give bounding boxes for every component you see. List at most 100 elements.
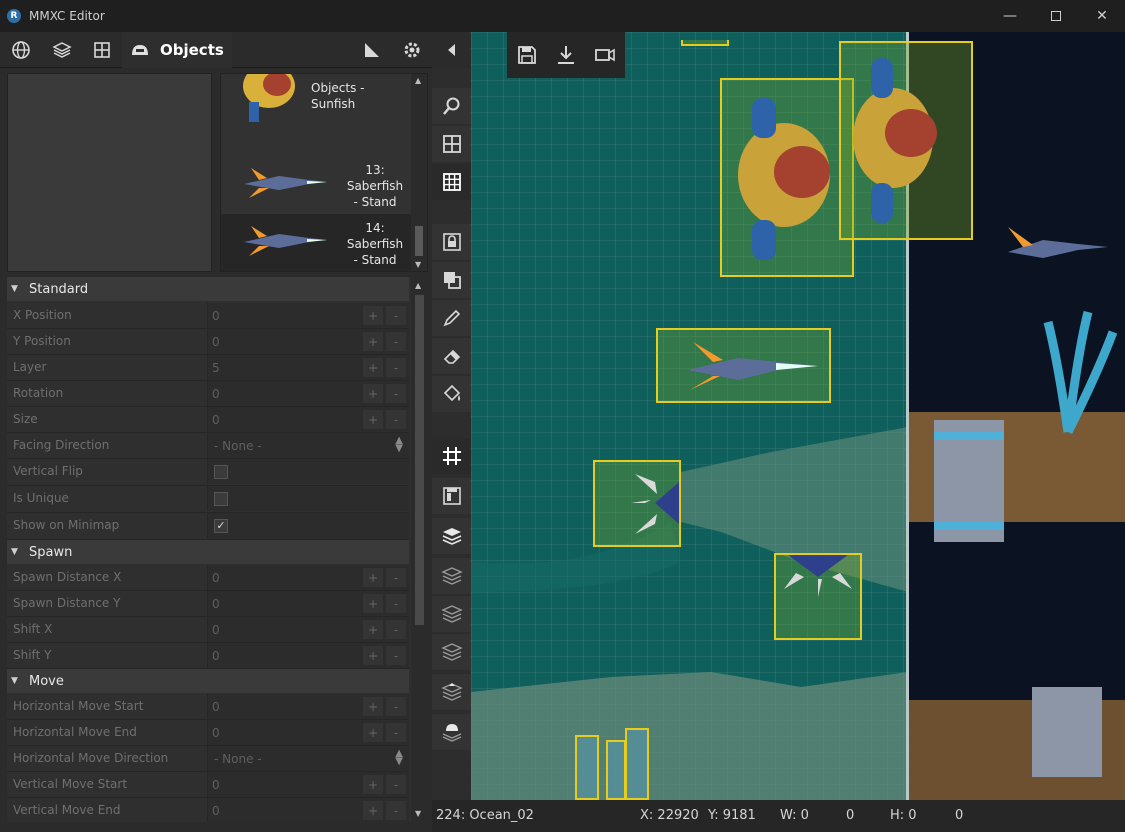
level-canvas[interactable] bbox=[471, 32, 1125, 800]
decrement-button[interactable]: - bbox=[386, 723, 406, 742]
copy-tool-button[interactable] bbox=[432, 262, 471, 298]
zoom-tool-button[interactable] bbox=[432, 88, 471, 124]
object-list-scrollbar[interactable]: ▲ ▼ bbox=[411, 74, 427, 271]
increment-button[interactable]: + bbox=[363, 646, 383, 665]
increment-button[interactable]: + bbox=[363, 332, 383, 351]
object-box-seaweed[interactable] bbox=[606, 740, 626, 800]
scroll-up-icon[interactable]: ▲ bbox=[415, 281, 421, 290]
decrement-button[interactable]: - bbox=[386, 801, 406, 820]
tab-objects[interactable]: Objects bbox=[122, 32, 232, 68]
tab-tiles[interactable] bbox=[82, 32, 122, 68]
vertical-move-end-input[interactable]: 0 bbox=[212, 804, 220, 818]
show-on-minimap-checkbox[interactable]: ✓ bbox=[214, 519, 228, 533]
minimize-button[interactable]: — bbox=[987, 0, 1033, 32]
increment-button[interactable]: + bbox=[363, 594, 383, 613]
is-unique-checkbox[interactable] bbox=[214, 492, 228, 506]
increment-button[interactable]: + bbox=[363, 775, 383, 794]
layer-1-button[interactable] bbox=[432, 518, 471, 554]
tab-world[interactable] bbox=[0, 32, 42, 68]
shift-y-input[interactable]: 0 bbox=[212, 649, 220, 663]
scroll-down-icon[interactable]: ▼ bbox=[415, 260, 421, 269]
size-input[interactable]: 0 bbox=[212, 413, 220, 427]
decrement-button[interactable]: - bbox=[386, 620, 406, 639]
object-box-spike-mine[interactable] bbox=[774, 553, 862, 640]
scroll-down-icon[interactable]: ▼ bbox=[415, 809, 421, 818]
tile-grid-tool-button[interactable] bbox=[432, 164, 471, 200]
vertical-flip-checkbox[interactable] bbox=[214, 465, 228, 479]
decrement-button[interactable]: - bbox=[386, 775, 406, 794]
decrement-button[interactable]: - bbox=[386, 697, 406, 716]
objects-layer-button[interactable] bbox=[432, 714, 471, 750]
list-item[interactable]: 14: Saberfish - Stand bbox=[221, 214, 411, 271]
y-position-input[interactable]: 0 bbox=[212, 335, 220, 349]
increment-button[interactable]: + bbox=[363, 620, 383, 639]
increment-button[interactable]: + bbox=[363, 723, 383, 742]
facing-direction-select[interactable]: - None - ▲ ▼ bbox=[207, 433, 409, 458]
properties-scrollbar[interactable]: ▲ ▼ bbox=[411, 277, 428, 822]
layer-input[interactable]: 5 bbox=[212, 361, 220, 375]
layer-5-button[interactable] bbox=[432, 674, 471, 710]
property-is-unique: Is Unique bbox=[7, 486, 409, 513]
decrement-button[interactable]: - bbox=[386, 306, 406, 325]
selection-width-value: 0 bbox=[846, 808, 855, 823]
decrement-button[interactable]: - bbox=[386, 410, 406, 429]
decrement-button[interactable]: - bbox=[386, 384, 406, 403]
scroll-thumb[interactable] bbox=[415, 226, 423, 256]
decrement-button[interactable]: - bbox=[386, 332, 406, 351]
horizontal-move-direction-select[interactable]: - None - ▲ ▼ bbox=[207, 746, 409, 771]
vertical-move-start-input[interactable]: 0 bbox=[212, 778, 220, 792]
increment-button[interactable]: + bbox=[363, 568, 383, 587]
increment-button[interactable]: + bbox=[363, 801, 383, 820]
object-list[interactable]: Objects - Sunfish 13: Saberfish - Stand … bbox=[220, 73, 428, 272]
section-move[interactable]: ▼ Move bbox=[7, 669, 409, 693]
close-button[interactable]: ✕ bbox=[1079, 0, 1125, 32]
rotation-input[interactable]: 0 bbox=[212, 387, 220, 401]
list-item[interactable]: Objects - Sunfish bbox=[221, 74, 411, 132]
tab-settings[interactable] bbox=[392, 32, 432, 68]
increment-button[interactable]: + bbox=[363, 410, 383, 429]
tab-triangle[interactable] bbox=[352, 32, 392, 68]
object-box-seaweed[interactable] bbox=[625, 728, 649, 800]
object-box-sunfish[interactable] bbox=[839, 41, 973, 240]
object-box-seaweed[interactable] bbox=[575, 735, 599, 800]
eraser-tool-button[interactable] bbox=[432, 338, 471, 374]
object-box-spike-mine[interactable] bbox=[593, 460, 681, 547]
increment-button[interactable]: + bbox=[363, 384, 383, 403]
pencil-tool-button[interactable] bbox=[432, 300, 471, 336]
increment-button[interactable]: + bbox=[363, 306, 383, 325]
spawn-distance-x-input[interactable]: 0 bbox=[212, 571, 220, 585]
section-spawn[interactable]: ▼ Spawn bbox=[7, 540, 409, 564]
increment-button[interactable]: + bbox=[363, 358, 383, 377]
camera-button[interactable] bbox=[585, 32, 624, 78]
decrement-button[interactable]: - bbox=[386, 646, 406, 665]
layer-2-button[interactable] bbox=[432, 558, 471, 594]
lock-tool-button[interactable] bbox=[432, 224, 471, 260]
object-box-sunfish[interactable] bbox=[720, 78, 854, 277]
scroll-up-icon[interactable]: ▲ bbox=[415, 76, 421, 85]
shift-x-input[interactable]: 0 bbox=[212, 623, 220, 637]
object-box-saberfish[interactable] bbox=[656, 328, 831, 403]
frame-toggle-button[interactable] bbox=[432, 478, 471, 514]
spawn-distance-y-input[interactable]: 0 bbox=[212, 597, 220, 611]
horizontal-move-start-input[interactable]: 0 bbox=[212, 700, 220, 714]
object-box[interactable] bbox=[681, 40, 729, 46]
grid-toggle-button[interactable] bbox=[432, 438, 471, 474]
section-standard[interactable]: ▼ Standard bbox=[7, 277, 409, 301]
x-position-input[interactable]: 0 bbox=[212, 309, 220, 323]
tab-layers[interactable] bbox=[42, 32, 82, 68]
decrement-button[interactable]: - bbox=[386, 358, 406, 377]
layout-tool-button[interactable] bbox=[432, 126, 471, 162]
collapse-panel-button[interactable] bbox=[432, 32, 471, 68]
scroll-thumb[interactable] bbox=[415, 295, 424, 625]
save-button[interactable] bbox=[507, 32, 546, 78]
fill-tool-button[interactable] bbox=[432, 376, 471, 412]
maximize-button[interactable] bbox=[1033, 0, 1079, 32]
decrement-button[interactable]: - bbox=[386, 594, 406, 613]
horizontal-move-end-input[interactable]: 0 bbox=[212, 726, 220, 740]
list-item[interactable]: 13: Saberfish - Stand bbox=[221, 156, 411, 214]
increment-button[interactable]: + bbox=[363, 697, 383, 716]
layer-4-button[interactable] bbox=[432, 634, 471, 670]
layer-3-button[interactable] bbox=[432, 596, 471, 632]
decrement-button[interactable]: - bbox=[386, 568, 406, 587]
download-button[interactable] bbox=[546, 32, 585, 78]
